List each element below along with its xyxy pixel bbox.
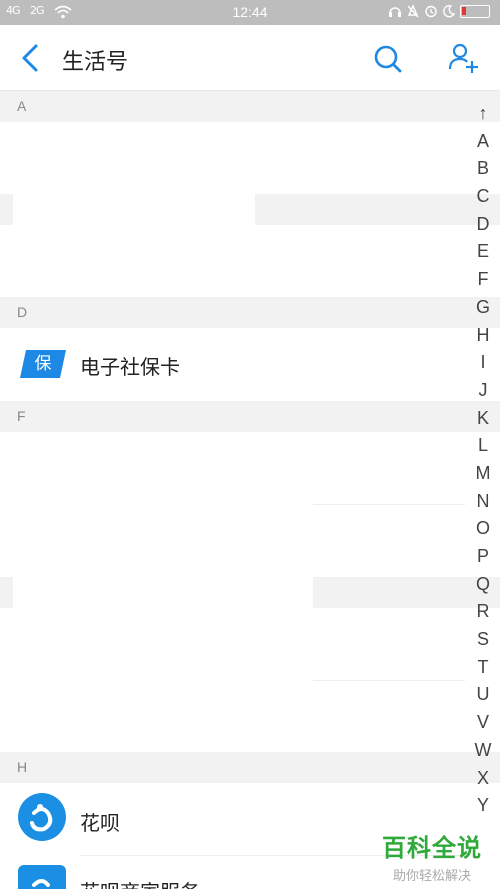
alarm-icon: [425, 5, 437, 18]
add-user-icon[interactable]: [446, 41, 480, 75]
index-letter[interactable]: B: [470, 155, 496, 183]
alphabet-index-bar[interactable]: ↑ A B C D E F G H I J K L M N O P Q R S T U V W X Y: [470, 100, 496, 820]
section-header-f: F: [0, 401, 500, 432]
moon-icon: [443, 5, 456, 18]
index-letter[interactable]: K: [470, 405, 496, 433]
search-icon[interactable]: [372, 43, 404, 75]
index-letter[interactable]: R: [470, 598, 496, 626]
index-letter[interactable]: X: [470, 765, 496, 793]
list-item-label: 电子社保卡: [80, 355, 180, 379]
watermark-logo: 百科全说 助你轻松解决: [376, 828, 488, 884]
index-letter[interactable]: N: [470, 488, 496, 516]
index-letter[interactable]: T: [470, 654, 496, 682]
index-letter[interactable]: J: [470, 377, 496, 405]
section-header-a: A: [0, 91, 500, 122]
index-letter[interactable]: A: [470, 128, 496, 156]
list-item-blank[interactable]: [0, 122, 500, 194]
shebao-icon: 保: [20, 350, 66, 378]
status-bar: 4G 2G 12:44: [0, 0, 500, 25]
section-header-d: D: [0, 297, 500, 328]
page-title: 生活号: [62, 50, 129, 75]
index-letter[interactable]: Q: [470, 571, 496, 599]
index-letter[interactable]: C: [470, 183, 496, 211]
list-item-shebao[interactable]: 电子社保卡: [0, 328, 500, 401]
index-letter[interactable]: D: [470, 211, 496, 239]
index-letter[interactable]: E: [470, 238, 496, 266]
app-header: 生活号: [0, 25, 500, 91]
list-item-label: 花呗商家服务: [80, 876, 200, 889]
divider: [313, 504, 465, 505]
watermark-title: 百科全说: [382, 834, 482, 862]
index-letter[interactable]: Y: [470, 792, 496, 820]
list-item-blank[interactable]: [0, 225, 500, 297]
huabei-icon: [18, 793, 66, 841]
bell-off-icon: [407, 4, 419, 18]
gray-block: [255, 194, 500, 225]
headset-icon: [389, 7, 401, 17]
index-letter[interactable]: U: [470, 681, 496, 709]
index-letter[interactable]: S: [470, 626, 496, 654]
divider: [313, 680, 465, 681]
index-letter[interactable]: V: [470, 709, 496, 737]
index-letter[interactable]: G: [470, 294, 496, 322]
huabei-merchant-icon: [18, 865, 66, 889]
index-letter[interactable]: W: [470, 737, 496, 765]
shebao-icon-text: 保: [34, 354, 52, 374]
index-letter[interactable]: P: [470, 543, 496, 571]
section-header-h: H: [0, 752, 500, 783]
index-letter[interactable]: M: [470, 460, 496, 488]
index-letter[interactable]: L: [470, 432, 496, 460]
list-item-label: 花呗: [80, 811, 120, 835]
index-letter[interactable]: F: [470, 266, 496, 294]
watermark-subtitle: 助你轻松解决: [392, 869, 471, 884]
back-arrow-icon[interactable]: [16, 43, 44, 73]
status-right-icons: [388, 4, 490, 18]
gray-block: [0, 577, 13, 608]
gray-block: [0, 194, 13, 225]
index-scroll-top[interactable]: ↑: [470, 100, 496, 128]
index-letter[interactable]: I: [470, 349, 496, 377]
battery-icon: [460, 4, 490, 18]
index-letter[interactable]: H: [470, 322, 496, 350]
index-letter[interactable]: O: [470, 515, 496, 543]
